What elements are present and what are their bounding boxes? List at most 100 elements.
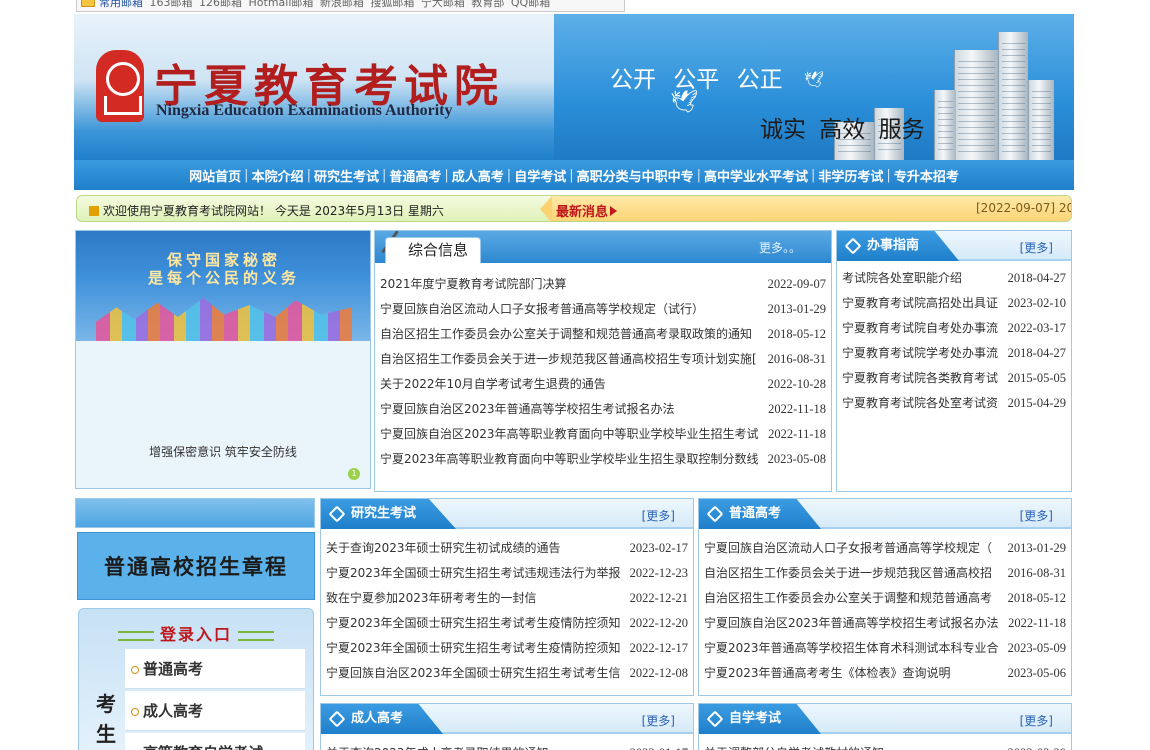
list-item[interactable]: 宁夏教育考试院自考处办事流 2022-03-17 <box>842 316 1066 341</box>
list-item[interactable]: 宁夏2023年普通高等学校招生体育术科测试本科专业合 2023-05-09 <box>704 636 1066 661</box>
list-item[interactable]: 宁夏回族自治区2023年普通高等学校招生考试报名办法 2022-11-18 <box>380 397 826 422</box>
mail-folder-icon <box>81 0 95 7</box>
graduate-exam-panel: 研究生考试 [更多] 关于查询2023年硕士研究生初试成绩的通告 2023-02-… <box>320 498 694 696</box>
list-item[interactable]: 关于查询2023年成人高考录取结果的通知2023-01-17 <box>326 741 688 750</box>
list-item[interactable]: 宁夏2023年全国硕士研究生招生考试考生疫情防控须知 2022-12-20 <box>326 611 688 636</box>
adult-exam-list: 关于查询2023年成人高考录取结果的通知2023-01-17 <box>326 741 688 750</box>
gaokao-header: 普通高考 [更多] <box>699 499 1071 529</box>
nav-self-study-exam[interactable]: 自学考试 <box>514 166 566 185</box>
list-item[interactable]: 宁夏教育考试院各处室考试资 2015-04-29 <box>842 391 1066 416</box>
list-item[interactable]: 宁夏回族自治区2023年高等职业教育面向中等职业学校毕业生招生考试 2022-11… <box>380 422 826 447</box>
list-item[interactable]: 宁夏教育考试院各类教育考试 2015-05-05 <box>842 366 1066 391</box>
service-guide-header: 办事指南 [更多] <box>837 231 1071 261</box>
mail-link-sina[interactable]: 新浪邮箱 <box>320 0 364 9</box>
speaker-icon <box>89 206 99 216</box>
list-item[interactable]: 宁夏2023年高等职业教育面向中等职业学校毕业生招生录取控制分数线 2023-05… <box>380 447 826 472</box>
list-item[interactable]: 宁夏回族自治区流动人口子女报考普通高等学校规定（ 2013-01-29 <box>704 536 1066 561</box>
self-study-exam-list: 关于调整部分自学考试教材的通知2023-03-20 <box>704 741 1066 750</box>
nav-academic-level[interactable]: 高中学业水平考试 <box>704 166 808 185</box>
list-item[interactable]: 关于2022年10月自学考试考生退费的通告 2022-10-28 <box>380 372 826 397</box>
gaokao-more-link[interactable]: [更多] <box>1020 507 1053 524</box>
self-study-exam-title: 自学考试 <box>729 711 782 726</box>
general-news-list: 2021年度宁夏教育考试院部门决算 2022-09-07 宁夏回族自治区流动人口子… <box>380 272 826 472</box>
slide-indicator[interactable]: 1 <box>348 468 360 480</box>
graduate-exam-title: 研究生考试 <box>351 506 417 521</box>
self-study-exam-more-link[interactable]: [更多] <box>1020 712 1053 729</box>
mail-link-nxu[interactable]: 宁大邮箱 <box>421 0 465 9</box>
adult-exam-more-link[interactable]: [更多] <box>642 712 675 729</box>
mail-link-qq[interactable]: QQ邮箱 <box>511 0 550 9</box>
welcome-date-text: 欢迎使用宁夏教育考试院网站！ 今天是 2023年5月13日 星期六 <box>103 204 444 218</box>
mail-link-common[interactable]: 常用邮箱 <box>99 0 143 9</box>
service-guide-panel: 办事指南 [更多] 考试院各处室职能介绍 2018-04-27 宁夏教育考试院高招… <box>836 230 1072 492</box>
list-item[interactable]: 宁夏教育考试院高招处出具证 2023-02-10 <box>842 291 1066 316</box>
welcome-text: 欢迎使用宁夏教育考试院网站！ 今天是 2023年5月13日 星期六 <box>89 202 444 219</box>
list-item[interactable]: 宁夏2023年全国硕士研究生招生考试违规违法行为举报 2022-12-23 <box>326 561 688 586</box>
promo-caption: 增强保密意识 筑牢安全防线 <box>149 445 297 459</box>
graduate-exam-tab: 研究生考试 <box>321 499 457 529</box>
self-study-exam-panel: 自学考试 [更多] 关于调整部分自学考试教材的通知2023-03-20 <box>698 703 1072 750</box>
list-item[interactable]: 自治区招生工作委员会关于进一步规范我区普通高校招生专项计划实施[2016-08-… <box>380 347 826 372</box>
list-item[interactable]: 自治区招生工作委员会关于进一步规范我区普通高校招 2016-08-31 <box>704 561 1066 586</box>
banner-building <box>998 32 1028 160</box>
list-item[interactable]: 宁夏2023年普通高考考生《体检表》查询说明 2023-05-06 <box>704 661 1066 686</box>
login-entry-title: 登录入口 <box>79 621 313 645</box>
mail-link-hotmail[interactable]: Hotmail邮箱 <box>249 0 314 9</box>
adult-exam-panel: 成人高考 [更多] 关于查询2023年成人高考录取结果的通知2023-01-17 <box>320 703 694 750</box>
mail-link-126[interactable]: 126邮箱 <box>199 0 242 9</box>
graduate-exam-more-link[interactable]: [更多] <box>642 507 675 524</box>
site-title-en: Ningxia Education Examinations Authority <box>156 102 453 119</box>
tag-icon <box>328 710 346 728</box>
login-self-study-exam[interactable]: 高等教育自学考试 <box>125 733 305 750</box>
service-guide-more-link[interactable]: [更多] <box>1020 239 1053 256</box>
nav-adult-exam[interactable]: 成人高考 <box>452 166 504 185</box>
adult-exam-title: 成人高考 <box>351 711 404 726</box>
list-item[interactable]: 关于查询2023年硕士研究生初试成绩的通告 2023-02-17 <box>326 536 688 561</box>
list-item[interactable]: 宁夏2023年全国硕士研究生招生考试考生疫情防控须知 2022-12-17 <box>326 636 688 661</box>
slogan-fair: 公开 公平 公正 <box>610 67 783 93</box>
graduate-exam-header: 研究生考试 [更多] <box>321 499 693 529</box>
list-item[interactable]: 宁夏回族自治区2023年普通高等学校招生考试报名办法 2022-11-18 <box>704 611 1066 636</box>
nav-vocational[interactable]: 高职分类与中职中专 <box>577 166 694 185</box>
main-nav: 网站首页 | 本院介绍 | 研究生考试 | 普通高考 | 成人高考 | 自学考试 | 高职分… <box>74 160 1074 190</box>
nav-upgrade-exam[interactable]: 专升本招考 <box>894 166 959 185</box>
mail-link-163[interactable]: 163邮箱 <box>150 0 193 9</box>
banner-building <box>1028 80 1054 160</box>
list-item[interactable]: 宁夏教育考试院学考处办事流 2018-04-27 <box>842 341 1066 366</box>
mail-links-bar: 常用邮箱 163邮箱 126邮箱 Hotmail邮箱 新浪邮箱 搜狐邮箱 宁大邮… <box>76 0 625 12</box>
left-column-header-bar <box>75 498 315 528</box>
list-item[interactable]: 自治区招生工作委员会办公室关于调整和规范普通高考 2018-05-12 <box>704 586 1066 611</box>
promo-image: 保守国家秘密 是每个公民的义务 <box>76 231 370 341</box>
service-guide-tab: 办事指南 <box>837 231 960 261</box>
login-adult-exam[interactable]: 成人高考 <box>125 691 305 731</box>
adult-exam-tab: 成人高考 <box>321 704 444 734</box>
tag-icon <box>706 505 724 523</box>
admission-rules-banner[interactable]: 普通高校招生章程 <box>77 532 315 600</box>
mail-link-moe[interactable]: 教育部 <box>471 0 504 9</box>
nav-gaokao[interactable]: 普通高考 <box>389 166 441 185</box>
general-news-more-link[interactable]: 更多。。 <box>759 239 801 256</box>
nav-non-degree[interactable]: 非学历考试 <box>818 166 883 185</box>
list-item[interactable]: 2021年度宁夏教育考试院部门决算 2022-09-07 <box>380 272 826 297</box>
arrow-right-icon <box>610 206 618 216</box>
list-item[interactable]: 考试院各处室职能介绍 2018-04-27 <box>842 266 1066 291</box>
list-item[interactable]: 宁夏回族自治区2023年全国硕士研究生招生考试考生信 2022-12-08 <box>326 661 688 686</box>
list-item[interactable]: 关于调整部分自学考试教材的通知2023-03-20 <box>704 741 1066 750</box>
list-item[interactable]: 致在宁夏参加2023年研考考生的一封信 2022-12-21 <box>326 586 688 611</box>
service-guide-list: 考试院各处室职能介绍 2018-04-27 宁夏教育考试院高招处出具证 2023-0… <box>842 266 1066 416</box>
secrecy-promo-banner[interactable]: 保守国家秘密 是每个公民的义务 增强保密意识 筑牢安全防线 1 <box>75 230 371 489</box>
general-news-header: 综合信息 更多。。 <box>375 231 831 267</box>
service-guide-title: 办事指南 <box>867 238 920 253</box>
mail-link-sohu[interactable]: 搜狐邮箱 <box>370 0 414 9</box>
nav-about[interactable]: 本院介绍 <box>252 166 304 185</box>
login-entry-box: 登录入口 考生 普通高考 成人高考 高等教育自学考试 <box>78 608 314 750</box>
latest-news-marquee[interactable]: [2022-09-07] 202 <box>976 201 1071 215</box>
nav-home[interactable]: 网站首页 <box>189 166 241 185</box>
latest-news-label: 最新消息 <box>556 201 618 220</box>
nav-graduate-exam[interactable]: 研究生考试 <box>314 166 379 185</box>
list-item[interactable]: 宁夏回族自治区流动人口子女报考普通高等学校规定（试行） 2013-01-29 <box>380 297 826 322</box>
gaokao-tab: 普通高考 <box>699 499 822 529</box>
list-item[interactable]: 自治区招生工作委员会办公室关于调整和规范普通高考录取政策的通知 2018-05-1… <box>380 322 826 347</box>
login-gaokao[interactable]: 普通高考 <box>125 649 305 689</box>
tag-icon <box>328 505 346 523</box>
